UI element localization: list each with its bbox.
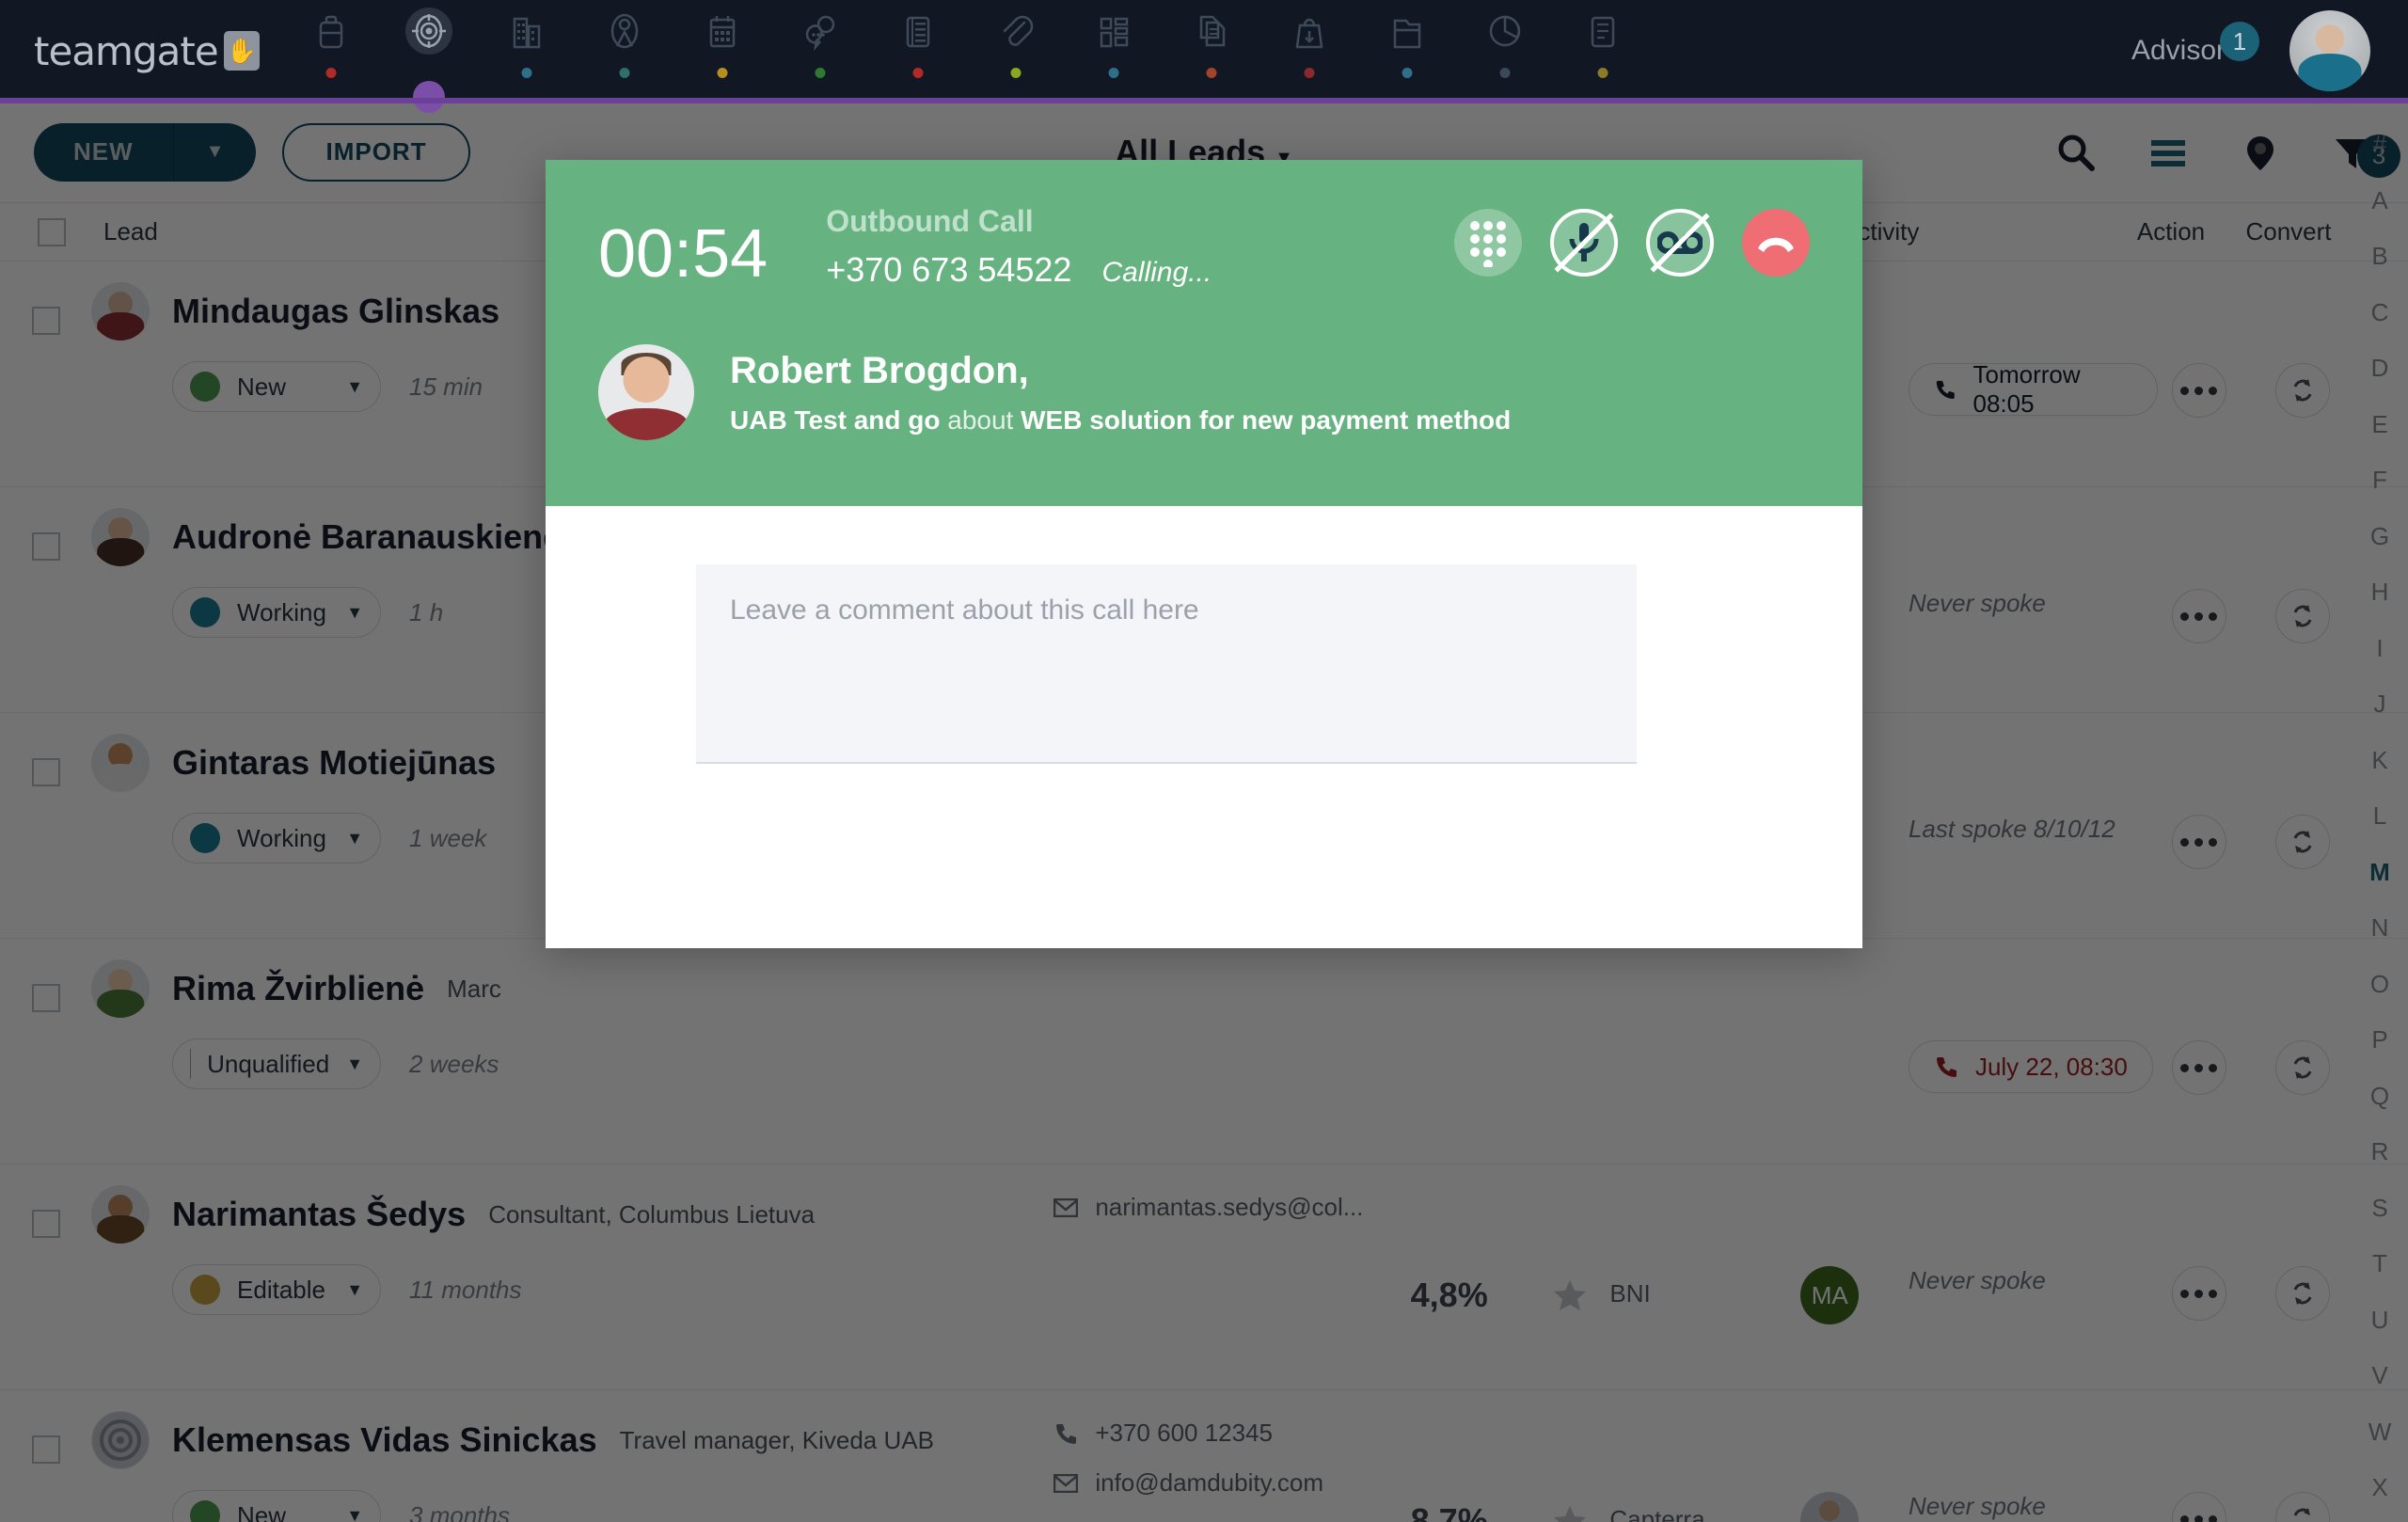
nav-item-companies[interactable] bbox=[478, 0, 576, 102]
nav-item-attachments[interactable] bbox=[967, 0, 1065, 102]
contact-avatar bbox=[598, 344, 694, 441]
hangup-button[interactable] bbox=[1742, 209, 1810, 277]
call-contact-row: Robert Brogdon, UAB Test and go about WE… bbox=[598, 344, 1810, 441]
top-navigation: teamgate ✋ Advisor 1 bbox=[0, 0, 2408, 113]
nav-icon-list bbox=[282, 0, 2131, 113]
deal-title: WEB solution for new payment method bbox=[1021, 404, 1512, 435]
call-number-row: +370 673 54522 Calling... bbox=[826, 250, 1212, 290]
nav-status-dot bbox=[1206, 68, 1217, 78]
contact-details: Robert Brogdon, UAB Test and go about WE… bbox=[730, 350, 1511, 436]
nav-accent-bar bbox=[0, 98, 2408, 103]
nav-status-dot bbox=[521, 68, 532, 78]
call-phone-number: +370 673 54522 bbox=[826, 250, 1072, 290]
advisor-notification-badge: 1 bbox=[2220, 22, 2259, 61]
mute-button[interactable] bbox=[1550, 209, 1618, 277]
nav-status-dot bbox=[717, 68, 728, 78]
call-modal-body: Leave a comment about this call here bbox=[546, 506, 1862, 822]
folder-icon bbox=[1393, 19, 1421, 49]
nav-item-reports[interactable] bbox=[1456, 0, 1554, 102]
avatar-body bbox=[605, 407, 688, 441]
chat-icon bbox=[805, 15, 835, 51]
nav-status-dot bbox=[325, 68, 337, 78]
buildings-icon bbox=[513, 17, 541, 49]
deal-connector: about bbox=[947, 404, 1014, 435]
nav-item-dashboard[interactable] bbox=[1065, 0, 1163, 102]
nav-item-tasks[interactable] bbox=[869, 0, 967, 102]
documents-icon bbox=[1199, 15, 1226, 47]
nav-status-dot bbox=[815, 68, 826, 78]
avatar-body bbox=[2298, 54, 2362, 91]
pie-chart-icon bbox=[1489, 15, 1521, 47]
nav-status-dot bbox=[1304, 68, 1315, 78]
hand-logo-icon: ✋ bbox=[223, 31, 260, 71]
note-icon bbox=[1591, 16, 1615, 48]
nav-status-dot bbox=[619, 68, 630, 78]
nav-item-briefcase[interactable] bbox=[282, 0, 380, 102]
call-modal-header: 00:54 Outbound Call +370 673 54522 Calli… bbox=[546, 160, 1862, 506]
call-control-buttons bbox=[1454, 203, 1810, 277]
nav-status-dot bbox=[1597, 68, 1608, 78]
calendar-icon bbox=[709, 16, 736, 48]
call-info: Outbound Call +370 673 54522 Calling... bbox=[826, 203, 1212, 290]
hangup-phone-icon bbox=[1758, 237, 1794, 252]
target-icon bbox=[412, 14, 446, 48]
outbound-call-modal: 00:54 Outbound Call +370 673 54522 Calli… bbox=[546, 160, 1862, 948]
contact-name: Robert Brogdon, bbox=[730, 349, 1029, 391]
nav-item-chat[interactable] bbox=[771, 0, 869, 102]
call-header-row: 00:54 Outbound Call +370 673 54522 Calli… bbox=[598, 203, 1810, 290]
nav-item-calendar[interactable] bbox=[673, 0, 771, 102]
brand-logo[interactable]: teamgate ✋ bbox=[0, 28, 282, 74]
grid-icon bbox=[1100, 17, 1129, 48]
app-root: NEW ▼ IMPORT All Leads▼ bbox=[0, 0, 2408, 1522]
contact-company: UAB Test and go bbox=[730, 404, 941, 435]
list-icon bbox=[906, 16, 930, 48]
nav-status-dot bbox=[1010, 68, 1022, 78]
avatar-head bbox=[623, 356, 670, 403]
call-status-label: Calling... bbox=[1101, 257, 1212, 289]
nav-item-products[interactable] bbox=[1260, 0, 1358, 102]
avatar-head bbox=[2315, 24, 2345, 55]
advisor-label: Advisor bbox=[2131, 35, 2226, 66]
nav-status-dot bbox=[912, 68, 924, 78]
nav-right-area: Advisor 1 bbox=[2131, 10, 2408, 91]
nav-active-dot bbox=[413, 81, 445, 113]
advisor-button[interactable]: Advisor 1 bbox=[2131, 22, 2259, 67]
briefcase-icon bbox=[319, 15, 343, 49]
keypad-icon bbox=[1470, 221, 1506, 267]
nav-item-notes[interactable] bbox=[1554, 0, 1652, 102]
brand-name: teamgate bbox=[34, 27, 219, 74]
nav-item-contacts[interactable] bbox=[576, 0, 673, 102]
nav-item-documents[interactable] bbox=[1163, 0, 1260, 102]
paperclip-icon bbox=[1003, 15, 1034, 46]
call-type-label: Outbound Call bbox=[826, 204, 1034, 238]
call-timer: 00:54 bbox=[598, 216, 768, 292]
call-comment-input[interactable]: Leave a comment about this call here bbox=[696, 564, 1637, 764]
keypad-button[interactable] bbox=[1454, 209, 1522, 277]
nav-status-dot bbox=[1499, 68, 1511, 78]
nav-status-dot bbox=[1402, 68, 1413, 78]
nav-status-dot bbox=[1108, 68, 1119, 78]
record-button[interactable] bbox=[1646, 209, 1714, 277]
nav-item-files[interactable] bbox=[1358, 0, 1456, 102]
shopping-bag-icon bbox=[1295, 18, 1323, 49]
user-avatar[interactable] bbox=[2289, 10, 2370, 91]
person-icon bbox=[610, 13, 639, 49]
contact-deal-description: UAB Test and go about WEB solution for n… bbox=[730, 405, 1511, 436]
nav-item-leads[interactable] bbox=[380, 0, 478, 113]
